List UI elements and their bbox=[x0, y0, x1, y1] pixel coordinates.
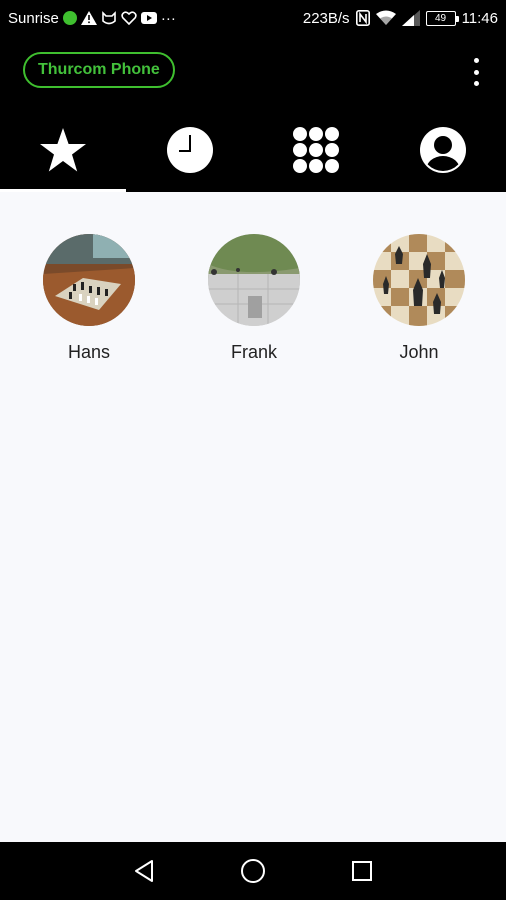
tab-contacts[interactable] bbox=[380, 108, 506, 192]
cat-icon bbox=[101, 11, 117, 25]
avatar bbox=[43, 234, 135, 326]
home-icon bbox=[240, 859, 265, 883]
home-button[interactable] bbox=[233, 851, 273, 891]
wifi-icon bbox=[375, 10, 396, 26]
star-icon bbox=[40, 128, 87, 172]
more-notifications: ··· bbox=[160, 9, 176, 27]
contact-name: John bbox=[399, 342, 439, 362]
app-header: Thurcom Phone bbox=[0, 36, 506, 108]
tab-recents[interactable] bbox=[127, 108, 254, 192]
dialpad-icon bbox=[293, 127, 340, 173]
favorites-list: Hans Frank John bbox=[0, 192, 506, 842]
heart-icon bbox=[121, 11, 137, 25]
avatar bbox=[373, 234, 465, 326]
favorite-contact-john[interactable]: John bbox=[373, 234, 465, 363]
clock-icon bbox=[166, 127, 213, 173]
video-icon bbox=[140, 12, 157, 24]
clock-time: 11:46 bbox=[461, 9, 498, 27]
contact-name: Frank bbox=[230, 342, 277, 362]
recent-apps-button[interactable] bbox=[342, 851, 382, 891]
carrier-selector-button[interactable]: Thurcom Phone bbox=[23, 52, 175, 88]
network-speed: 223B/s bbox=[302, 9, 350, 27]
back-button[interactable] bbox=[124, 851, 164, 891]
contact-name: Hans bbox=[67, 342, 111, 362]
tab-favorites[interactable] bbox=[0, 108, 127, 192]
nfc-icon bbox=[355, 10, 370, 26]
recent-apps-icon bbox=[351, 861, 372, 881]
system-nav-bar bbox=[0, 842, 506, 900]
tab-dialpad[interactable] bbox=[253, 108, 380, 192]
avatar bbox=[208, 234, 300, 326]
favorite-contact-hans[interactable]: Hans bbox=[43, 234, 135, 363]
signal-icon bbox=[401, 10, 420, 26]
battery-icon: 49 bbox=[425, 10, 459, 26]
status-dot-icon bbox=[62, 11, 77, 25]
carrier-name: Sunrise bbox=[8, 9, 59, 27]
status-bar: Sunrise ··· 223B/s 49 11:46 bbox=[0, 0, 506, 36]
favorite-contact-frank[interactable]: Frank bbox=[208, 234, 300, 363]
person-icon bbox=[419, 127, 466, 173]
warning-icon bbox=[80, 11, 97, 25]
back-icon bbox=[135, 860, 154, 882]
tab-bar bbox=[0, 108, 506, 192]
overflow-menu-icon[interactable] bbox=[468, 58, 484, 86]
